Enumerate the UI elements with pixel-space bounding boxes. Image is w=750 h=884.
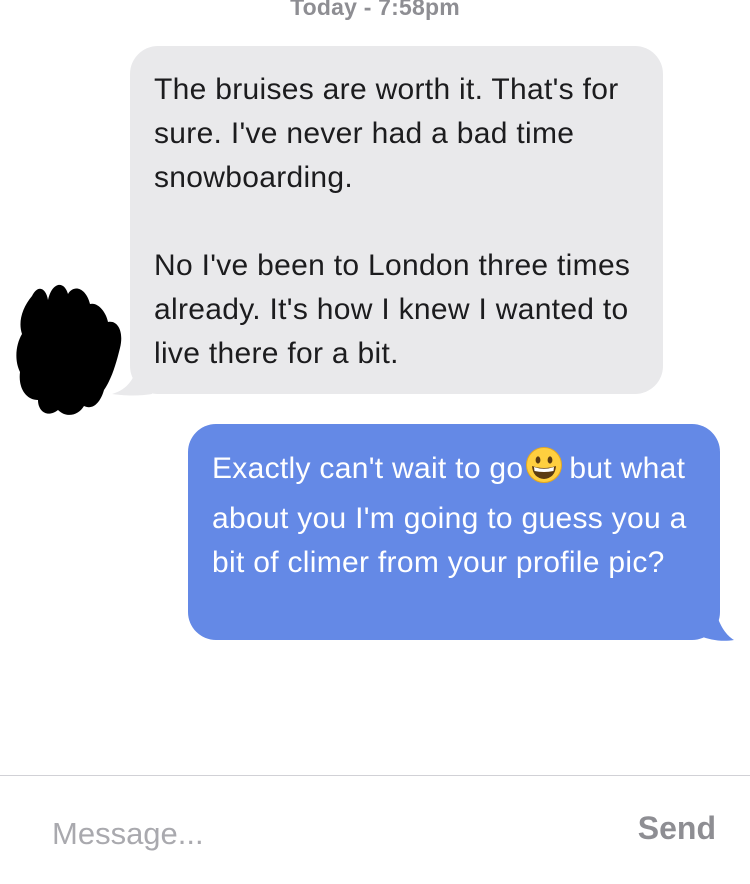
incoming-message-paragraph: The bruises are worth it. That's for sur… [154, 73, 619, 194]
message-timestamp: Today - 7:58pm [290, 0, 460, 20]
outgoing-message-text: Exactly can't wait to go but what about … [212, 446, 696, 585]
send-button[interactable]: Send [638, 810, 716, 847]
chat-screen: Today - 7:58pm The bruises are worth it.… [0, 0, 750, 884]
message-input[interactable] [52, 812, 572, 856]
outgoing-text-before-emoji: Exactly can't wait to go [212, 452, 524, 485]
outgoing-message-bubble[interactable]: Exactly can't wait to go but what about … [188, 424, 720, 640]
incoming-message-paragraph: No I've been to London three times alrea… [154, 249, 631, 370]
message-composer: Send [0, 775, 750, 884]
incoming-message-bubble[interactable]: The bruises are worth it. That's for sur… [130, 46, 663, 394]
grinning-face-emoji-icon [525, 446, 563, 497]
redacted-avatar [16, 284, 122, 415]
